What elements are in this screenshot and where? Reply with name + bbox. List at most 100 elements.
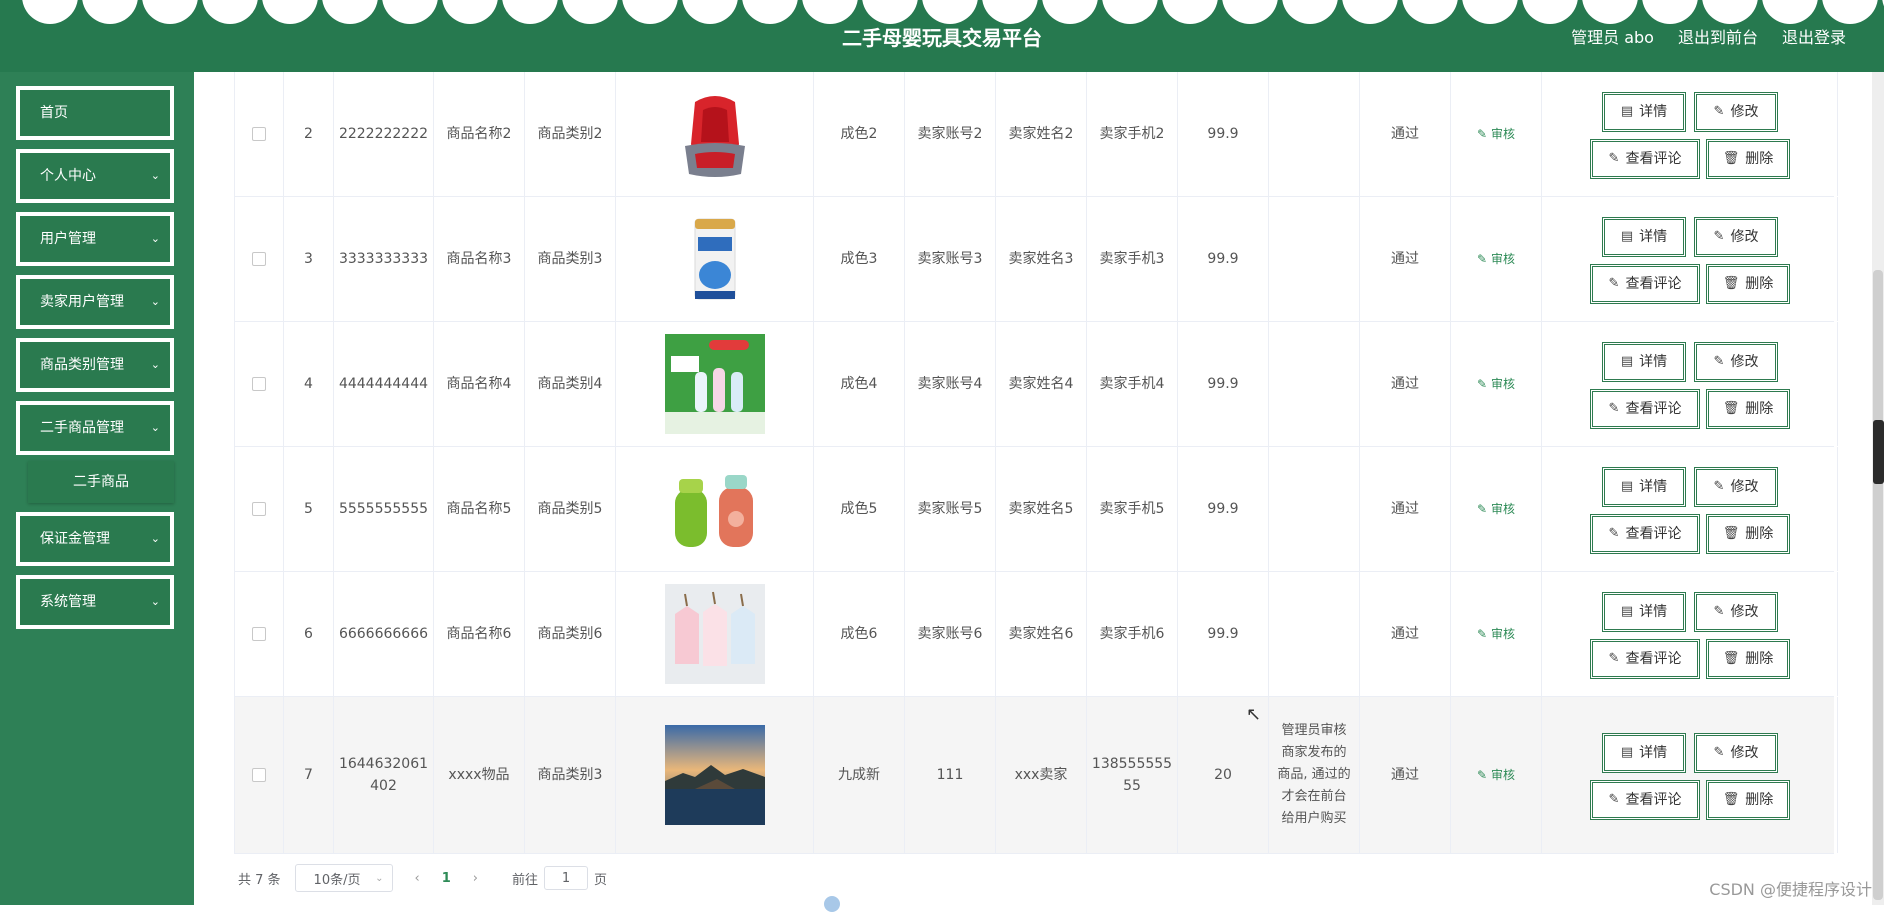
scrollbar-thumb[interactable] <box>1873 270 1883 900</box>
product-price: 99.9 <box>1178 572 1269 696</box>
edit-button[interactable]: ✎ 修改 <box>1694 91 1778 132</box>
sidebar-item-label: 商品类别管理 <box>40 357 124 373</box>
prev-page-button[interactable]: ‹ <box>415 871 420 886</box>
view-comments-button[interactable]: ✎ 查看评论 <box>1590 388 1700 429</box>
scallop-shape <box>82 0 138 24</box>
product-name: 商品名称3 <box>434 197 525 321</box>
row-checkbox[interactable] <box>252 768 266 782</box>
detail-button[interactable]: ▤ 详情 <box>1602 216 1686 257</box>
select-cell <box>235 572 284 696</box>
scallop-shape <box>982 0 1038 24</box>
delete-button[interactable]: 🗑 删除 <box>1706 779 1790 820</box>
scallop-shape <box>1402 0 1458 24</box>
view-comments-button[interactable]: ✎ 查看评论 <box>1590 513 1700 554</box>
edit-button[interactable]: ✎ 修改 <box>1694 341 1778 382</box>
row-checkbox[interactable] <box>252 127 266 141</box>
sidebar-item-seller-management[interactable]: 卖家用户管理 ⌄ <box>16 275 174 329</box>
table-row: 4 4444444444 商品名称4 商品类别4 成色4 卖家账号4 卖家姓名4 卖家手机4 9… <box>234 322 1838 447</box>
sidebar-item-user-management[interactable]: 用户管理 ⌄ <box>16 212 174 266</box>
product-condition: 成色2 <box>814 72 905 196</box>
trash-icon: 🗑 <box>1722 150 1740 166</box>
edit-button[interactable]: ✎ 修改 <box>1694 732 1778 773</box>
button-label: 查看评论 <box>1625 791 1682 808</box>
audit-cell: ✎ 审核 <box>1451 447 1542 571</box>
goto-label: 前往 <box>512 872 539 888</box>
delete-button[interactable]: 🗑 删除 <box>1706 263 1790 304</box>
delete-button[interactable]: 🗑 删除 <box>1706 513 1790 554</box>
view-comments-button[interactable]: ✎ 查看评论 <box>1590 638 1700 679</box>
detail-button[interactable]: ▤ 详情 <box>1602 591 1686 632</box>
sidebar-item-label: 保证金管理 <box>40 531 110 547</box>
edit-button[interactable]: ✎ 修改 <box>1694 591 1778 632</box>
sidebar-item-personal-center[interactable]: 个人中心 ⌄ <box>16 149 174 203</box>
delete-button[interactable]: 🗑 删除 <box>1706 138 1790 179</box>
audit-link[interactable]: ✎ 审核 <box>1477 623 1515 645</box>
audit-link[interactable]: ✎ 审核 <box>1477 123 1515 145</box>
row-checkbox[interactable] <box>252 252 266 266</box>
audit-link[interactable]: ✎ 审核 <box>1477 764 1515 786</box>
view-comments-button[interactable]: ✎ 查看评论 <box>1590 779 1700 820</box>
chevron-down-icon: ⌄ <box>150 169 160 182</box>
row-checkbox[interactable] <box>252 377 266 391</box>
delete-button[interactable]: 🗑 删除 <box>1706 638 1790 679</box>
row-index: 7 <box>284 697 334 853</box>
chevron-down-icon: ⌄ <box>150 232 160 245</box>
button-label: 详情 <box>1639 228 1668 245</box>
edit-button[interactable]: ✎ 修改 <box>1694 216 1778 257</box>
page-size-select[interactable]: 10条/页 ⌄ <box>294 864 393 892</box>
exit-to-front-link[interactable]: 退出到前台 <box>1678 24 1758 48</box>
logout-link[interactable]: 退出登录 <box>1782 24 1846 48</box>
sidebar-subitem-secondhand-goods[interactable]: 二手商品 <box>28 461 174 503</box>
product-condition: 成色5 <box>814 447 905 571</box>
detail-button[interactable]: ▤ 详情 <box>1602 732 1686 773</box>
audit-cell: ✎ 审核 <box>1451 322 1542 446</box>
view-comments-button[interactable]: ✎ 查看评论 <box>1590 263 1700 304</box>
actions-cell: ▤ 详情 ✎ 修改 ✎ 查看评论 🗑 删除 <box>1542 447 1838 571</box>
audit-link[interactable]: ✎ 审核 <box>1477 498 1515 520</box>
row-index: 3 <box>284 197 334 321</box>
next-page-button[interactable]: › <box>473 871 478 886</box>
button-label: 删除 <box>1745 525 1774 542</box>
product-code: 6666666666 <box>334 572 434 696</box>
detail-button[interactable]: ▤ 详情 <box>1602 91 1686 132</box>
audit-link[interactable]: ✎ 审核 <box>1477 248 1515 270</box>
scallop-shape <box>1342 0 1398 24</box>
detail-button[interactable]: ▤ 详情 <box>1602 466 1686 507</box>
row-checkbox[interactable] <box>252 502 266 516</box>
scallop-shape <box>562 0 618 24</box>
scallop-shape <box>502 0 558 24</box>
sidebar-item-label: 系统管理 <box>40 594 96 610</box>
view-comments-button[interactable]: ✎ 查看评论 <box>1590 138 1700 179</box>
detail-button[interactable]: ▤ 详情 <box>1602 341 1686 382</box>
row-index: 4 <box>284 322 334 446</box>
seller-account: 卖家账号3 <box>905 197 996 321</box>
mouse-cursor-icon: ↖ <box>1246 704 1262 725</box>
scallop-shape <box>442 0 498 24</box>
seller-account: 卖家账号4 <box>905 322 996 446</box>
audit-note <box>1269 197 1360 321</box>
sidebar-item-secondhand-goods-management[interactable]: 二手商品管理 ⌄ <box>16 401 174 455</box>
delete-button[interactable]: 🗑 删除 <box>1706 388 1790 429</box>
sidebar-item-deposit-management[interactable]: 保证金管理 ⌄ <box>16 512 174 566</box>
current-page[interactable]: 1 <box>442 871 451 886</box>
trash-icon: 🗑 <box>1722 525 1740 541</box>
header-links: 管理员 abo 退出到前台 退出登录 <box>1571 24 1846 48</box>
audit-note <box>1269 72 1360 196</box>
seller-name: xxx卖家 <box>996 697 1087 853</box>
csdn-watermark: CSDN @便捷程序设计 <box>1709 880 1872 899</box>
row-checkbox[interactable] <box>252 627 266 641</box>
product-condition: 成色4 <box>814 322 905 446</box>
product-price: 99.9 <box>1178 447 1269 571</box>
scallop-shape <box>1822 0 1878 24</box>
sidebar-item-system-management[interactable]: 系统管理 ⌄ <box>16 575 174 629</box>
button-label: 查看评论 <box>1625 400 1682 417</box>
actions-cell: ▤ 详情 ✎ 修改 ✎ 查看评论 🗑 删除 <box>1542 697 1838 853</box>
audit-link[interactable]: ✎ 审核 <box>1477 373 1515 395</box>
sidebar-item-home[interactable]: 首页 <box>16 86 174 140</box>
document-icon: ▤ <box>1620 478 1634 494</box>
button-label: 查看评论 <box>1625 150 1682 167</box>
edit-button[interactable]: ✎ 修改 <box>1694 466 1778 507</box>
goto-page-input[interactable] <box>544 866 589 890</box>
sidebar-item-category-management[interactable]: 商品类别管理 ⌄ <box>16 338 174 392</box>
edit-pen-icon: ✎ <box>1713 353 1725 369</box>
